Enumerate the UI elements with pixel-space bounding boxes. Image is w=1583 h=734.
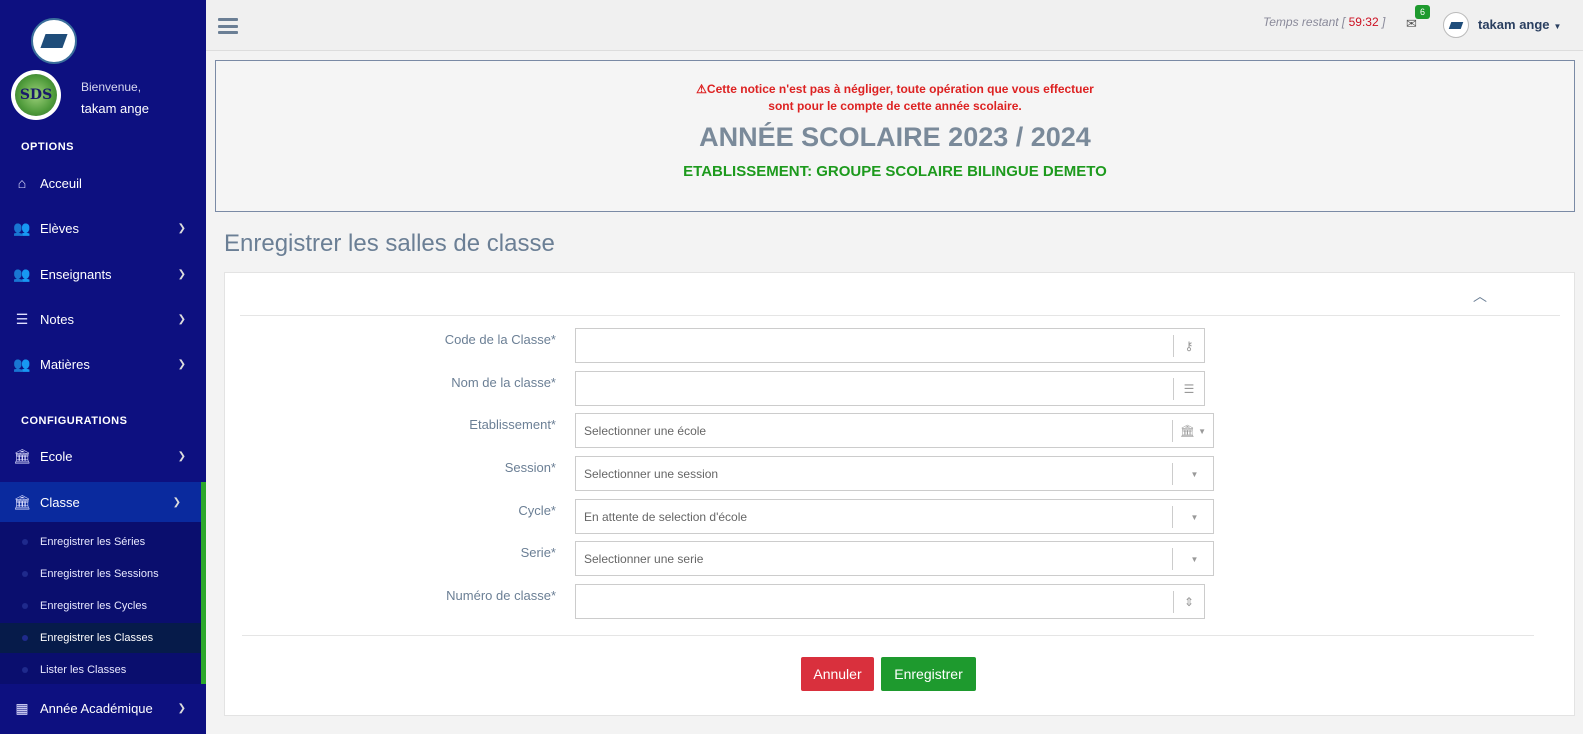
chevron-down-icon: ❯	[177, 358, 186, 370]
avatar-text: SDS	[15, 74, 57, 116]
sidebar-item-label: Classe	[40, 494, 80, 510]
form-row-etablissement: Etablissement* Selectionner une école 🏛 ▼	[225, 413, 1576, 448]
home-icon: ⌂	[17, 175, 27, 191]
chevron-down-icon: ❯	[177, 268, 186, 280]
form-row-nom: Nom de la classe* ☰	[225, 371, 1576, 406]
warning-icon: ⚠	[696, 82, 707, 96]
sidebar-item-acceuil[interactable]: ⌂ Acceuil	[0, 163, 206, 203]
code-classe-input[interactable]: ⚷	[575, 328, 1205, 363]
chevron-down-icon: ❯	[177, 702, 186, 714]
etablissement-name: ETABLISSEMENT: GROUPE SCOLAIRE BILINGUE …	[683, 163, 1107, 180]
serie-select[interactable]: Selectionner une serie ▼	[575, 541, 1214, 576]
sidebar-item-enseignants[interactable]: 👥 Enseignants ❯	[0, 254, 206, 294]
options-heading: OPTIONS	[21, 141, 75, 153]
sidebar-item-matieres[interactable]: 👥 Matières ❯	[0, 344, 206, 384]
configurations-heading: CONFIGURATIONS	[21, 415, 128, 427]
sidebar-item-classe[interactable]: 🏛 Classe ❯	[0, 482, 206, 522]
user-menu[interactable]: takam ange ▼	[1478, 17, 1561, 32]
field-label: Code de la Classe*	[444, 332, 556, 347]
form-row-session: Session* Selectionner une session ▼	[225, 456, 1576, 491]
users-icon: 👥	[13, 219, 31, 236]
user-avatar[interactable]	[1443, 12, 1469, 38]
classe-submenu: Enregistrer les Séries Enregistrer les S…	[0, 522, 206, 684]
nom-classe-input[interactable]: ☰	[575, 371, 1205, 406]
form-card: ︿ Code de la Classe* ⚷ Nom de la classe*…	[224, 272, 1575, 716]
session-select[interactable]: Selectionner une session ▼	[575, 456, 1214, 491]
field-label: Etablissement*	[469, 417, 556, 432]
field-label: Session*	[504, 460, 556, 475]
field-label: Numéro de classe*	[446, 588, 556, 603]
session-timer: Temps restant [ 59:32 ]	[1263, 15, 1386, 29]
cancel-button[interactable]: Annuler	[801, 657, 874, 691]
menu-toggle-icon[interactable]	[218, 18, 238, 34]
submenu-item-series[interactable]: Enregistrer les Séries	[0, 527, 201, 557]
sidebar-item-label: Elèves	[40, 220, 80, 236]
institution-icon: 🏛	[13, 493, 31, 510]
submenu-item-label: Enregistrer les Classes	[40, 632, 154, 644]
sidebar: SDS Bienvenue, takam ange OPTIONS ⌂ Acce…	[0, 0, 206, 734]
chevron-down-icon: ❯	[177, 313, 186, 325]
chevron-down-icon: ❯	[177, 450, 186, 462]
submenu-item-label: Enregistrer les Cycles	[40, 600, 147, 612]
form-row-serie: Serie* Selectionner une serie ▼	[225, 541, 1576, 576]
submenu-item-cycles[interactable]: Enregistrer les Cycles	[0, 591, 201, 621]
submenu-item-lister[interactable]: Lister les Classes	[0, 655, 201, 685]
notice-warning: ⚠Cette notice n'est pas à négliger, tout…	[696, 82, 1094, 113]
submenu-item-label: Enregistrer les Sessions	[40, 568, 159, 580]
numero-classe-input[interactable]: ⇕	[575, 584, 1205, 619]
users-icon: 👥	[13, 355, 31, 372]
users-icon: 👥	[13, 265, 31, 282]
caret-down-icon: ▼	[1553, 22, 1562, 31]
divider	[240, 315, 1560, 316]
chevron-down-icon: ❯	[172, 496, 181, 508]
chevron-up-icon[interactable]: ︿	[1473, 286, 1487, 306]
school-year-notice: ⚠Cette notice n'est pas à négliger, tout…	[215, 60, 1575, 212]
welcome-text: Bienvenue,	[81, 80, 142, 94]
field-label: Serie*	[520, 545, 556, 560]
list-icon: ☰	[1173, 378, 1204, 400]
page-title: Enregistrer les salles de classe	[224, 230, 555, 257]
etablissement-select[interactable]: Selectionner une école 🏛 ▼	[575, 413, 1214, 448]
avatar: SDS	[11, 70, 61, 120]
form-row-numero: Numéro de classe* ⇕	[225, 584, 1576, 619]
divider	[242, 635, 1534, 636]
timer-value: 59:32	[1348, 15, 1379, 29]
list-icon: ☰	[15, 310, 29, 327]
cycle-select[interactable]: En attente de selection d'école ▼	[575, 499, 1214, 534]
caret-down-icon: ▼	[1172, 548, 1213, 570]
smart-school-logo	[31, 18, 77, 64]
submenu-item-sessions[interactable]: Enregistrer les Sessions	[0, 559, 201, 589]
caret-down-icon: ▼	[1172, 463, 1213, 485]
field-label: Nom de la classe*	[451, 375, 556, 390]
mail-badge: 6	[1415, 5, 1431, 19]
institution-icon: 🏛 ▼	[1172, 420, 1213, 442]
form-row-code: Code de la Classe* ⚷	[225, 328, 1576, 363]
caret-down-icon: ▼	[1172, 506, 1213, 528]
sidebar-item-ecole[interactable]: 🏛 Ecole ❯	[0, 436, 206, 476]
sidebar-item-label: Matières	[40, 356, 90, 372]
submenu-item-label: Enregistrer les Séries	[40, 536, 146, 548]
school-year-title: ANNÉE SCOLAIRE 2023 / 2024	[699, 122, 1091, 152]
save-button[interactable]: Enregistrer	[881, 657, 976, 691]
sidebar-item-notes[interactable]: ☰ Notes ❯	[0, 299, 206, 339]
sidebar-item-eleves[interactable]: 👥 Elèves ❯	[0, 208, 206, 248]
chevron-down-icon: ❯	[177, 222, 186, 234]
sidebar-user-name: takam ange	[81, 101, 149, 116]
institution-icon: 🏛	[13, 447, 31, 464]
sidebar-item-label: Ecole	[40, 448, 73, 464]
sidebar-item-label: Année Académique	[40, 700, 153, 716]
sidebar-item-label: Notes	[40, 311, 74, 327]
stepper-icon[interactable]: ⇕	[1173, 591, 1204, 613]
field-label: Cycle*	[518, 503, 556, 518]
topbar: Temps restant [ 59:32 ] ✉ 6 takam ange ▼	[206, 0, 1583, 51]
table-icon: ▦	[15, 699, 29, 716]
form-row-cycle: Cycle* En attente de selection d'école ▼	[225, 499, 1576, 534]
sidebar-item-label: Acceuil	[40, 175, 82, 191]
sidebar-item-label: Enseignants	[40, 266, 112, 282]
submenu-item-classes[interactable]: Enregistrer les Classes	[0, 623, 201, 653]
submenu-item-label: Lister les Classes	[40, 664, 127, 676]
key-icon: ⚷	[1173, 335, 1204, 357]
sidebar-item-annee-academique[interactable]: ▦ Année Académique ❯	[0, 688, 206, 728]
